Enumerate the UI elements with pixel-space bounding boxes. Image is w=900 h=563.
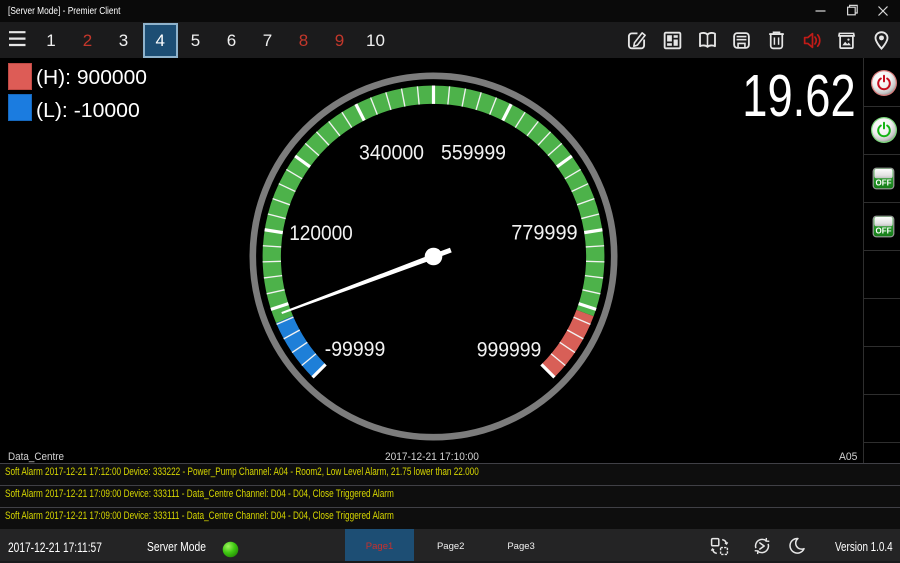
svg-text:559999: 559999 (441, 142, 506, 165)
svg-text:-99999: -99999 (325, 338, 386, 361)
svg-text:120000: 120000 (289, 222, 353, 245)
svg-text:340000: 340000 (359, 142, 424, 165)
svg-text:779999: 779999 (511, 222, 577, 245)
svg-text:999999: 999999 (477, 339, 542, 362)
